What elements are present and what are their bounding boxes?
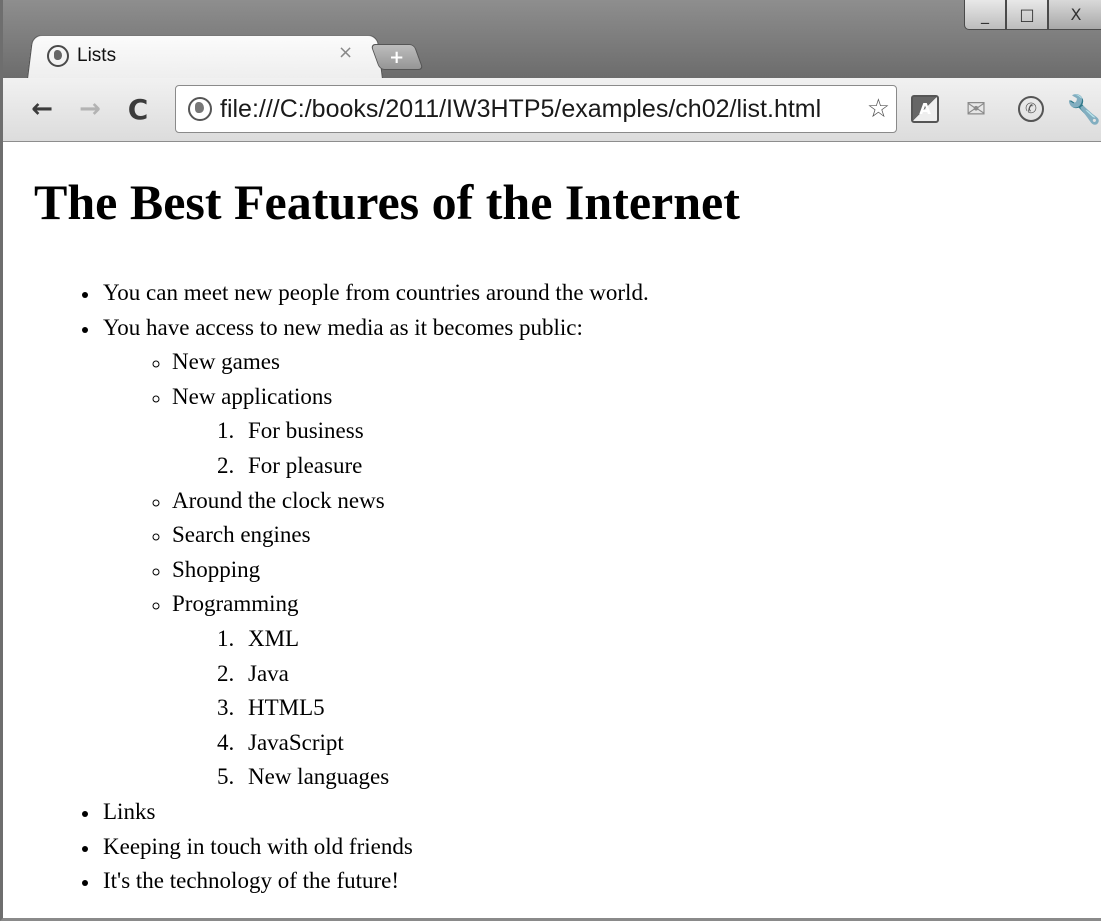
plus-icon: + [389,46,405,68]
forward-button[interactable]: → [73,92,107,126]
list-item: Shopping [171,553,649,588]
list-item: New languages [240,760,649,795]
tab-close-icon[interactable]: × [338,42,353,63]
list-item: For business [240,414,649,449]
mail-icon[interactable]: ✉ [961,93,991,125]
address-url[interactable]: file:///C:/books/2011/IW3HTP5/examples/c… [220,95,867,124]
close-window-button[interactable]: X [1048,0,1101,30]
list-item: It's the technology of the future! [100,864,649,899]
globe-icon [47,45,69,67]
list-item-label: You have access to new media as it becom… [103,314,583,340]
back-button[interactable]: ← [25,92,59,126]
wrench-icon[interactable]: 🔧 [1067,93,1101,126]
tab-content[interactable]: Lists [47,40,367,72]
list-item: HTML5 [240,691,649,726]
media-list: New games New applications For business … [103,345,649,795]
page-heading: The Best Features of the Internet [34,174,740,230]
address-bar[interactable]: file:///C:/books/2011/IW3HTP5/examples/c… [175,85,897,133]
bookmark-star-icon[interactable]: ☆ [867,94,890,124]
list-item-label: New applications [172,383,333,409]
list-item: Links [100,795,649,830]
reload-button[interactable]: C [121,92,155,126]
list-item: You can meet new people from countries a… [100,276,649,311]
minimize-button[interactable]: _ [964,0,1006,30]
features-list: You can meet new people from countries a… [3,276,649,899]
list-item: XML [240,622,649,657]
list-item: Search engines [171,518,649,553]
list-item-label: Programming [172,591,299,617]
tab-strip: _ □ X Lists × + [3,0,1101,79]
list-item: New games [171,345,649,380]
maximize-button[interactable]: □ [1006,0,1048,30]
page-content: The Best Features of the Internet You ca… [3,142,1101,918]
browser-window: _ □ X Lists × + ← → C file:///C:/books/2… [0,0,1101,921]
toolbar: ← → C file:///C:/books/2011/IW3HTP5/exam… [3,78,1101,142]
list-item: Keeping in touch with old friends [100,830,649,865]
list-item: JavaScript [240,726,649,761]
translate-icon[interactable]: A [909,93,941,125]
list-item: New applications For business For pleasu… [171,380,649,484]
phone-icon[interactable]: ✆ [1015,93,1047,125]
applications-list: For business For pleasure [172,414,649,483]
translate-glyph: A [911,95,939,123]
programming-list: XML Java HTML5 JavaScript New languages [172,622,649,795]
list-item: Java [240,657,649,692]
list-item: Programming XML Java HTML5 JavaScript Ne… [171,587,649,795]
list-item: You have access to new media as it becom… [100,311,649,795]
window-controls: _ □ X [964,0,1101,30]
phone-glyph: ✆ [1018,96,1044,122]
globe-icon [188,97,212,121]
list-item: Around the clock news [171,484,649,519]
tab-title: Lists [77,45,117,66]
new-tab-button[interactable]: + [370,44,424,70]
list-item: For pleasure [240,449,649,484]
